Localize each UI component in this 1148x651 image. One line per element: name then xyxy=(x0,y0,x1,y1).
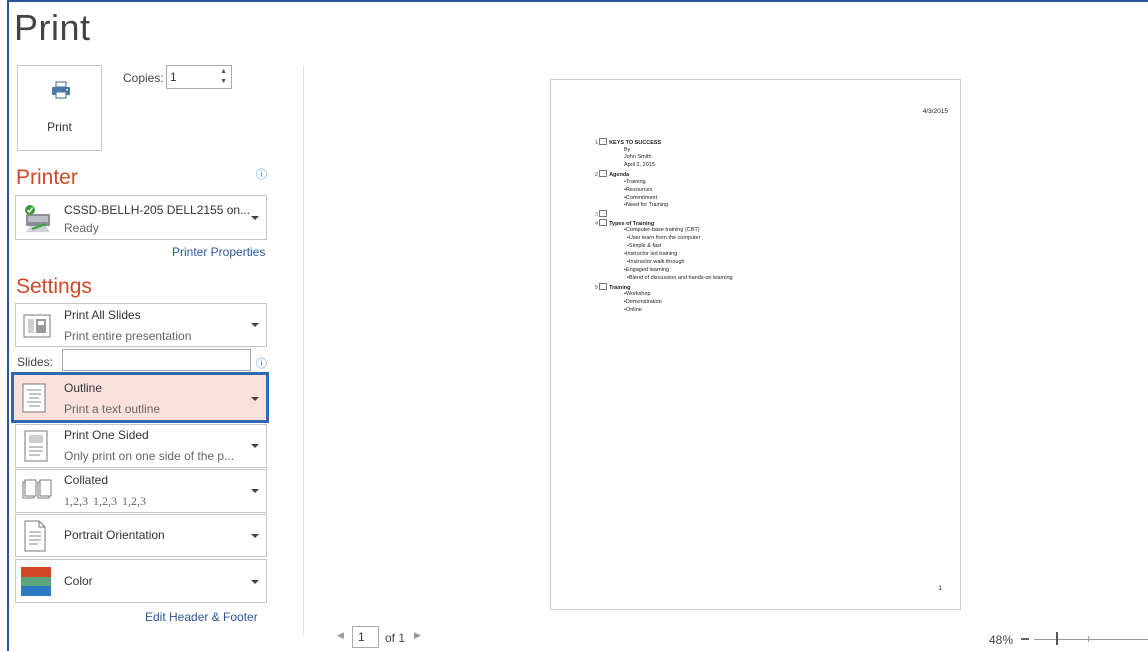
chevron-down-icon xyxy=(251,444,259,448)
spin-down-icon[interactable]: ▼ xyxy=(220,78,227,86)
spin-up-icon[interactable]: ▲ xyxy=(220,68,227,76)
slides-range-dropdown[interactable]: Print All Slides Print entire presentati… xyxy=(15,303,267,347)
copies-label: Copies: xyxy=(123,71,164,85)
one-sided-icon xyxy=(24,430,48,467)
outline-line: •Training xyxy=(624,178,646,185)
chevron-down-icon xyxy=(251,489,259,493)
slides-info-icon[interactable]: ⓘ xyxy=(256,355,267,371)
printer-icon xyxy=(51,80,71,105)
print-layout-dropdown[interactable]: Outline Print a text outline xyxy=(11,372,269,423)
chevron-down-icon xyxy=(251,580,259,584)
print-button[interactable]: Print xyxy=(17,65,102,151)
collation-title: Collated xyxy=(64,473,109,487)
next-page-icon[interactable]: ▶ xyxy=(414,630,421,641)
slides-range-title: Print All Slides xyxy=(64,308,141,322)
chevron-down-icon xyxy=(251,216,259,220)
outline-line: •Workshop xyxy=(624,291,651,298)
chevron-down-icon xyxy=(251,397,259,401)
copies-stepper: ▲ ▼ xyxy=(166,65,232,89)
outline-line: •Computer-base training (CBT) xyxy=(624,227,700,234)
page-title: Print xyxy=(14,7,91,48)
zoom-slider-track[interactable] xyxy=(1034,639,1148,640)
collated-icon xyxy=(22,478,52,509)
outline-icon xyxy=(22,383,46,418)
outline-line: •Simple & fast xyxy=(627,243,662,250)
zoom-level: 48% xyxy=(989,633,1014,647)
settings-heading: Settings xyxy=(16,275,92,298)
sides-dropdown[interactable]: Print One Sided Only print on one side o… xyxy=(15,424,267,468)
color-dropdown[interactable]: Color xyxy=(15,559,267,603)
outline-line: •Engaged learning xyxy=(624,266,670,273)
print-layout-title: Outline xyxy=(64,381,103,395)
outline-line: •Need for Training xyxy=(624,202,669,209)
outline-line: •Instructor walk through xyxy=(627,258,685,265)
print-preview-page: 4/3/2015 1 KEYS TO SUCCESS By John Smith Apr… xyxy=(550,79,961,610)
page-count: of 1 xyxy=(385,631,406,645)
printer-dropdown[interactable]: CSSD-BELLH-205 DELL2155 on... Ready xyxy=(15,195,267,240)
color-swatch-icon xyxy=(21,567,51,601)
outline-line: •Blend of discussion and hands-on learni… xyxy=(627,274,733,281)
color-title: Color xyxy=(64,574,93,588)
panel-divider xyxy=(303,66,304,636)
print-layout-subtitle: Print a text outline xyxy=(64,402,161,416)
orientation-title: Portrait Orientation xyxy=(64,528,165,542)
zoom-slider-tick xyxy=(1088,636,1089,642)
printer-heading: Printer xyxy=(16,166,78,189)
preview-page-number: 1 xyxy=(938,585,942,592)
edit-header-footer-link[interactable]: Edit Header & Footer xyxy=(145,610,258,624)
sides-title: Print One Sided xyxy=(64,428,149,442)
printer-properties-link[interactable]: Printer Properties xyxy=(172,245,265,259)
printer-info-icon[interactable]: ⓘ xyxy=(256,166,267,182)
page-number-input[interactable]: 1 xyxy=(352,626,379,648)
sides-subtitle: Only print on one side of the p... xyxy=(64,449,235,463)
copies-input[interactable] xyxy=(170,67,210,87)
outline-line: •Online xyxy=(624,306,642,313)
chevron-down-icon xyxy=(251,323,259,327)
outline-line: By xyxy=(624,146,631,153)
portrait-icon xyxy=(24,520,46,557)
orientation-dropdown[interactable]: Portrait Orientation xyxy=(15,514,267,557)
collation-subtitle: 1,2,3 1,2,3 1,2,3 xyxy=(64,494,146,508)
outline-line: John Smith xyxy=(624,154,652,161)
zoom-out-icon[interactable] xyxy=(1021,638,1029,640)
outline-line: •Resources xyxy=(624,186,653,193)
outline-line: •Demonstration xyxy=(624,299,662,305)
slides-icon xyxy=(22,311,52,346)
zoom-slider-thumb[interactable] xyxy=(1056,632,1058,645)
print-button-label: Print xyxy=(47,120,72,134)
preview-date: 4/3/2015 xyxy=(922,108,948,115)
slides-range-subtitle: Print entire presentation xyxy=(64,329,192,343)
slides-input[interactable] xyxy=(62,349,251,371)
printer-name: CSSD-BELLH-205 DELL2155 on... xyxy=(64,203,251,217)
chevron-down-icon xyxy=(251,534,259,538)
outline-line: •Instructor led training xyxy=(624,251,678,257)
collation-dropdown[interactable]: Collated 1,2,3 1,2,3 1,2,3 xyxy=(15,469,267,513)
outline-line: •User learn from the computer xyxy=(627,235,701,242)
printer-status: Ready xyxy=(64,221,99,235)
outline-line: April 2, 2015 xyxy=(624,162,655,169)
prev-page-icon[interactable]: ◀ xyxy=(337,630,344,641)
slides-label: Slides: xyxy=(17,355,54,369)
printer-status-icon xyxy=(22,202,54,239)
outline-line: •Commitment xyxy=(624,194,658,201)
